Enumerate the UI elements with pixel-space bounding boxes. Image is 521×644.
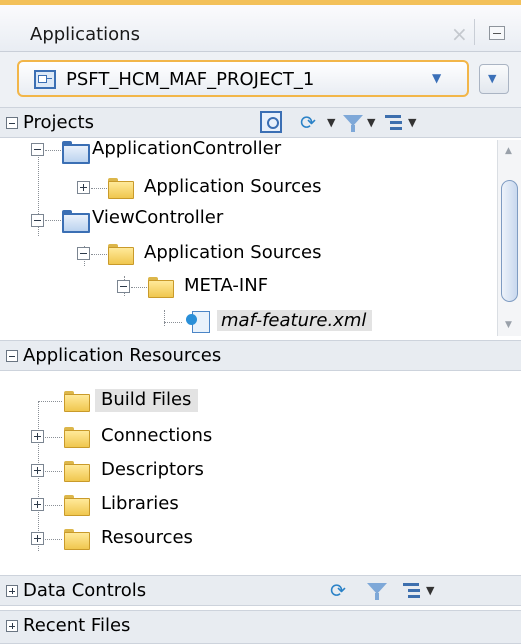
minimize-icon[interactable] <box>489 26 505 40</box>
project-dropdown[interactable]: PSFT_HCM_MAF_PROJECT_1 ▼ <box>17 60 469 97</box>
project-folder-icon <box>62 141 90 164</box>
folder-icon <box>108 244 134 265</box>
tree-item-libraries[interactable]: Libraries <box>0 489 480 519</box>
tree-view-icon[interactable] <box>382 111 406 135</box>
application-menu-button[interactable]: ▼ <box>479 64 509 94</box>
tree-item-descriptors[interactable]: Descriptors <box>0 455 480 485</box>
project-icon <box>34 70 56 89</box>
scroll-down-icon[interactable]: ▼ <box>505 320 512 330</box>
tree-item-label: META-INF <box>184 275 269 296</box>
tree-item-label: Connections <box>101 425 213 446</box>
chevron-down-icon[interactable]: ▼ <box>426 579 434 603</box>
recent-files-label: Recent Files <box>23 615 131 636</box>
find-icon[interactable] <box>260 111 282 133</box>
filter-icon[interactable] <box>341 111 365 135</box>
tree-item-label: ApplicationController <box>92 138 282 159</box>
xml-file-icon <box>184 309 210 333</box>
expand-toggle-icon[interactable] <box>77 181 90 194</box>
collapse-toggle-icon[interactable] <box>31 214 44 227</box>
expand-toggle-icon[interactable] <box>6 620 18 632</box>
tree-item-label: Resources <box>101 527 193 548</box>
chevron-down-icon[interactable]: ▼ <box>367 111 375 135</box>
folder-icon <box>64 495 90 516</box>
sync-icon[interactable]: ⟳ <box>300 111 326 135</box>
projects-tree: ApplicationController Application Source… <box>0 138 521 338</box>
application-resources-tree: Build Files Connections Descriptors Libr… <box>0 385 521 575</box>
scroll-up-icon[interactable]: ▲ <box>505 146 512 156</box>
tree-item-label: Libraries <box>101 493 179 514</box>
projects-scrollbar[interactable]: ▲ ▼ <box>497 140 521 336</box>
tree-item-label: Descriptors <box>101 459 204 480</box>
applications-panel-header: Applications × <box>0 0 521 52</box>
expand-toggle-icon[interactable] <box>31 532 44 545</box>
tree-item-label: Application Sources <box>144 242 322 263</box>
filter-icon[interactable] <box>365 579 389 603</box>
collapse-toggle-icon[interactable] <box>6 117 18 129</box>
data-controls-section-header[interactable]: Data Controls ⟳ ▼ <box>0 575 521 606</box>
tree-item-viewcontroller[interactable]: ViewController <box>0 204 480 234</box>
folder-icon <box>64 461 90 482</box>
folder-icon <box>108 178 134 199</box>
chevron-down-icon[interactable]: ▼ <box>432 71 441 85</box>
tree-item-applicationcontroller[interactable]: ApplicationController <box>0 138 480 168</box>
expand-toggle-icon[interactable] <box>6 585 18 597</box>
tree-item-label: maf-feature.xml <box>217 310 373 331</box>
sync-icon[interactable]: ⟳ <box>330 579 356 603</box>
tree-item-meta-inf[interactable]: META-INF <box>0 271 480 301</box>
expand-toggle-icon[interactable] <box>31 498 44 511</box>
panel-title: Applications <box>30 24 140 45</box>
tree-item-application-sources[interactable]: Application Sources <box>0 172 480 202</box>
chevron-down-icon[interactable]: ▼ <box>327 111 335 135</box>
tree-item-connections[interactable]: Connections <box>0 421 480 451</box>
recent-files-section-header[interactable]: Recent Files <box>0 610 521 644</box>
tree-view-icon[interactable] <box>400 579 424 603</box>
collapse-toggle-icon[interactable] <box>31 143 44 156</box>
tree-item-build-files[interactable]: Build Files <box>0 385 480 415</box>
folder-icon <box>64 427 90 448</box>
expand-toggle-icon[interactable] <box>31 430 44 443</box>
project-name: PSFT_HCM_MAF_PROJECT_1 <box>66 69 315 90</box>
close-icon[interactable]: × <box>451 22 468 46</box>
projects-label: Projects <box>23 112 94 133</box>
folder-icon <box>64 391 90 412</box>
tree-item-application-sources[interactable]: Application Sources <box>0 238 480 268</box>
tree-item-maf-feature-xml[interactable]: maf-feature.xml <box>0 306 480 336</box>
application-resources-label: Application Resources <box>23 345 222 366</box>
chevron-down-icon[interactable]: ▼ <box>408 111 416 135</box>
tree-item-label: Application Sources <box>144 176 322 197</box>
scrollbar-thumb[interactable] <box>501 180 518 302</box>
data-controls-label: Data Controls <box>23 580 147 601</box>
collapse-toggle-icon[interactable] <box>117 280 130 293</box>
collapse-toggle-icon[interactable] <box>77 247 90 260</box>
projects-section-header[interactable]: Projects ⟳ ▼ ▼ ▼ <box>0 107 521 138</box>
expand-toggle-icon[interactable] <box>31 464 44 477</box>
application-resources-section-header[interactable]: Application Resources <box>0 340 521 371</box>
chevron-down-icon: ▼ <box>488 72 497 85</box>
folder-icon <box>148 277 174 298</box>
project-selector-row: PSFT_HCM_MAF_PROJECT_1 ▼ ▼ <box>0 52 521 107</box>
project-folder-icon <box>62 210 90 233</box>
tree-item-label: Build Files <box>95 389 199 412</box>
tree-item-label: ViewController <box>92 207 224 228</box>
tree-item-resources[interactable]: Resources <box>0 523 480 553</box>
collapse-toggle-icon[interactable] <box>6 350 18 362</box>
folder-icon <box>64 529 90 550</box>
header-divider <box>474 19 475 45</box>
